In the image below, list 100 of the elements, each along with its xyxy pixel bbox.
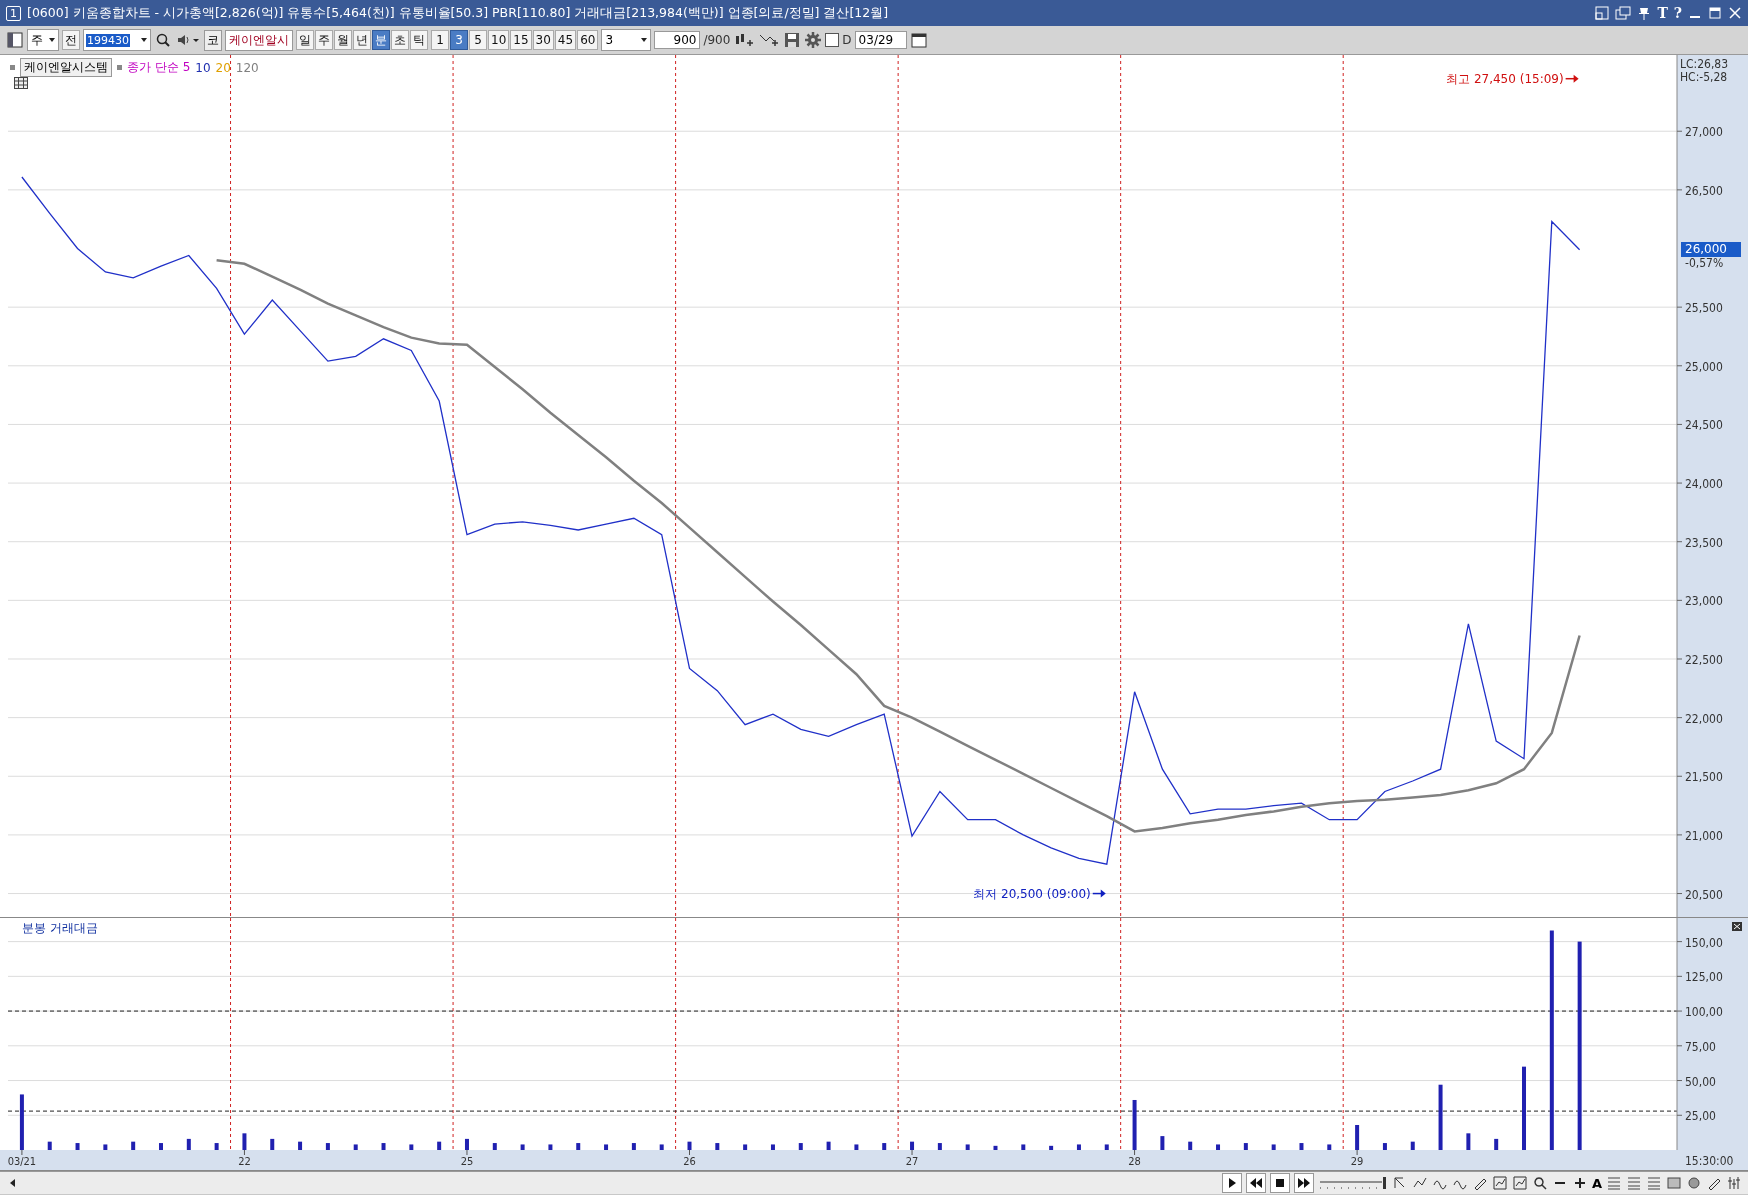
stock-name-label: 케이엔알시스템 [20, 58, 112, 77]
search-icon[interactable] [1531, 1175, 1548, 1191]
axis-label: 28 [1128, 1155, 1141, 1168]
period-tab[interactable]: 분 [372, 30, 390, 50]
legend-item: 20 [215, 60, 231, 75]
volume-bar [882, 1143, 887, 1150]
market-dropdown[interactable]: 주 [27, 29, 59, 51]
interval-tab[interactable]: 1 [431, 30, 449, 50]
rewind-icon[interactable] [1245, 1173, 1266, 1193]
change-label: -0,57% [1685, 255, 1724, 270]
volume-bar [1104, 1144, 1109, 1150]
window-title: [0600] 키움종합차트 - 시가총액[2,826(억)] 유통수[5,464(천)] 유통비율[50.3] PBR[110.80] 거래대금[213,984(백만)] 업종[의료/정밀] 결산[12월] [27, 4, 889, 22]
period-tab[interactable]: 월 [334, 30, 352, 50]
volume-bar [465, 1138, 469, 1150]
stop-icon[interactable] [1269, 1173, 1290, 1193]
interval-tab[interactable]: 15 [510, 30, 532, 50]
axis-label: 25,000 [1685, 359, 1723, 374]
annotation-arrow [1092, 889, 1106, 898]
period-tab[interactable]: 주 [315, 30, 333, 50]
pin-icon[interactable] [1637, 6, 1652, 20]
volume-bar [1466, 1133, 1471, 1150]
play-icon[interactable] [1221, 1173, 1242, 1193]
drawing-tool-icon[interactable] [1726, 1175, 1742, 1191]
interval-tab[interactable]: 3 [450, 30, 468, 50]
drawing-tool-icon[interactable] [1491, 1175, 1508, 1191]
checkbox-label: D [842, 33, 852, 47]
close-icon[interactable] [1728, 6, 1742, 20]
interval-tab[interactable]: 45 [554, 30, 577, 50]
volume-bar [715, 1143, 720, 1150]
calendar-icon[interactable] [909, 31, 928, 49]
volume-bar [548, 1144, 553, 1150]
title-bar-button[interactable]: ? [1673, 5, 1682, 21]
checkbox[interactable] [825, 33, 840, 47]
axis-label: 21,500 [1685, 770, 1723, 785]
lc-label: LC:26,83 [1680, 57, 1729, 71]
axis-label: 75,00 [1685, 1039, 1716, 1054]
axis-label: 150,00 [1685, 935, 1723, 950]
save-icon[interactable] [783, 31, 802, 49]
stock-name-field[interactable]: 케이엔알시 [225, 29, 293, 51]
period-tab[interactable]: 초 [391, 30, 409, 50]
volume-bar [826, 1141, 831, 1150]
period-tab[interactable]: 년 [353, 30, 371, 50]
axis-label: 27 [905, 1155, 919, 1168]
square-marker-icon [10, 65, 15, 70]
interval-tab[interactable]: 5 [469, 30, 487, 50]
stock-code-field[interactable]: 199430 [83, 29, 151, 51]
volume-bar [103, 1144, 108, 1150]
legend-item: 10 [195, 60, 211, 75]
volume-bar [325, 1143, 330, 1150]
volume-bar [631, 1143, 636, 1150]
volume-bar [1021, 1144, 1026, 1150]
period-tab[interactable]: 틱 [410, 30, 428, 50]
volume-bar [965, 1144, 970, 1150]
legend-item: 종가 단순 5 [127, 59, 191, 76]
speed-slider[interactable] [1317, 1174, 1388, 1192]
axis-label: 27,000 [1685, 125, 1723, 140]
fast-forward-icon[interactable] [1293, 1173, 1314, 1193]
chart-layout-icon[interactable] [6, 31, 24, 49]
table-icon[interactable] [14, 77, 28, 89]
scope-button[interactable]: 전 [62, 30, 80, 50]
interval-tab[interactable]: 10 [488, 30, 510, 50]
axis-label: 125,00 [1685, 970, 1723, 985]
volume-bar [1410, 1141, 1415, 1150]
volume-bar [186, 1138, 191, 1150]
axis-label: 21,000 [1685, 828, 1723, 843]
settings-icon[interactable] [804, 31, 823, 49]
interval-tab[interactable]: 60 [577, 30, 599, 50]
title-bar-button[interactable]: T [1657, 5, 1668, 21]
axis-label: 25,00 [1685, 1109, 1716, 1124]
drawing-tool-icon[interactable] [1511, 1175, 1528, 1191]
volume-bar [19, 1094, 24, 1150]
volume-bar [131, 1141, 136, 1150]
volume-bar [298, 1141, 303, 1150]
legend-item: 120 [235, 60, 259, 75]
axis-label: 23,000 [1685, 594, 1723, 609]
volume-bar [910, 1141, 915, 1150]
volume-bar [1076, 1144, 1081, 1150]
search-icon[interactable] [154, 31, 172, 49]
date-field[interactable]: 03/29 [854, 31, 907, 49]
interval-tab[interactable]: 30 [532, 30, 554, 50]
drawing-tool-icon[interactable] [1686, 1175, 1702, 1191]
candle-add-icon[interactable] [733, 31, 756, 49]
period-tab[interactable]: 일 [296, 30, 314, 50]
maximize-icon[interactable] [1708, 6, 1722, 20]
count-field[interactable]: 900 [654, 31, 701, 49]
volume-bar [854, 1144, 859, 1150]
volume-bar [353, 1144, 358, 1150]
count-dropdown[interactable]: 3 [601, 29, 652, 51]
axis-label: 24,500 [1685, 418, 1723, 433]
time-label: 15:30:00 [1685, 1154, 1734, 1168]
axis-label: 29 [1350, 1155, 1364, 1168]
axis-label: 23,500 [1685, 535, 1723, 550]
close-icon[interactable] [1732, 922, 1742, 931]
volume-bar [1494, 1138, 1499, 1150]
volume-bar [47, 1141, 52, 1150]
text-tool-button[interactable]: A [1591, 1175, 1602, 1191]
volume-bar [743, 1144, 748, 1150]
windows-icon[interactable] [1615, 6, 1632, 20]
slider-thumb[interactable] [1382, 1177, 1386, 1189]
layout-icon[interactable] [1595, 6, 1610, 20]
